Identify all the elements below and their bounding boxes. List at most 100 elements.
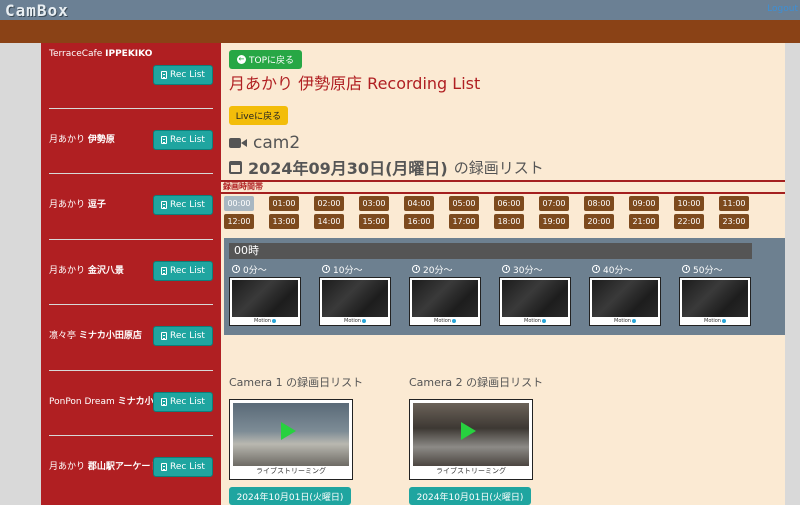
store-branch: 金沢八景	[87, 265, 124, 276]
file-icon	[161, 332, 168, 340]
hour-button[interactable]: 05:00	[449, 196, 479, 211]
hour-button[interactable]: 10:00	[674, 196, 704, 211]
logout-link[interactable]: Logout	[767, 4, 798, 14]
slot-label: 0分〜	[232, 263, 304, 276]
recording-image	[592, 280, 658, 317]
minute-slot: 40分〜 Motion	[589, 263, 664, 326]
hour-button[interactable]: 20:00	[584, 214, 614, 229]
rec-list-button[interactable]: Rec List	[153, 195, 213, 215]
hour-button[interactable]: 17:00	[449, 214, 479, 229]
rec-list-label: Rec List	[170, 70, 205, 80]
store-name: TerraceCafe IPPEKIKO	[49, 49, 152, 59]
date-heading: 2024年09月30日(月曜日) の録画リスト	[229, 155, 544, 179]
back-to-top-button[interactable]: ← TOPに戻る	[229, 50, 302, 69]
recording-date-button[interactable]: 2024年10月01日(火曜日)	[409, 487, 531, 505]
camera-1-list: Camera 1 の録画日リスト ライブストリーミング 2024年10月01日(…	[229, 374, 379, 505]
rec-list-button[interactable]: Rec List	[153, 129, 213, 150]
store-name: 月あかり 逗子	[49, 197, 106, 210]
minute-slot: 20分〜 Motion	[409, 263, 484, 326]
recording-date-button[interactable]: 2024年10月01日(火曜日)	[229, 487, 351, 505]
hour-panel: 00時 0分〜 Motion 10分〜 Motion 20分〜 Motion 30分〜 Mot…	[224, 238, 785, 335]
hour-button[interactable]: 13:00	[269, 214, 299, 229]
recording-thumbnail[interactable]: Motion	[589, 277, 661, 326]
recording-thumbnail[interactable]: Motion	[409, 277, 481, 326]
store-prefix: TerraceCafe	[49, 49, 103, 59]
motion-label: Motion	[524, 318, 541, 324]
rec-list-button[interactable]: Rec List	[153, 260, 213, 281]
minute-slot: 30分〜 Motion	[499, 263, 574, 326]
main-content: ← TOPに戻る 月あかり 伊勢原店 Recording List Liveに戻…	[221, 43, 785, 505]
hour-button[interactable]: 15:00	[359, 214, 389, 229]
motion-caption: Motion	[500, 318, 570, 324]
slot-label-text: 50分〜	[693, 265, 723, 276]
rec-list-label: Rec List	[170, 200, 205, 210]
info-dot-icon	[451, 318, 456, 323]
hour-button[interactable]: 16:00	[404, 214, 434, 229]
recording-thumbnail[interactable]: Motion	[319, 277, 391, 326]
rec-list-button[interactable]: Rec List	[153, 391, 213, 412]
store-name: 月あかり 伊勢原	[49, 132, 115, 145]
recording-image	[412, 280, 478, 317]
hour-button[interactable]: 11:00	[719, 196, 749, 211]
slot-label-text: 30分〜	[513, 265, 543, 276]
rec-list-button[interactable]: Rec List	[153, 457, 213, 477]
motion-label: Motion	[704, 318, 721, 324]
motion-label: Motion	[434, 318, 451, 324]
play-icon[interactable]	[461, 422, 476, 440]
hour-button[interactable]: 02:00	[314, 196, 344, 211]
store-name: 凛々亭 ミナカ小田原店	[49, 328, 142, 341]
hour-button[interactable]: 03:00	[359, 196, 389, 211]
file-icon	[161, 397, 168, 406]
hour-button[interactable]: 23:00	[719, 214, 749, 229]
minute-slot: 0分〜 Motion	[229, 263, 304, 326]
live-stream-thumbnail[interactable]: ライブストリーミング	[409, 399, 533, 480]
hour-button[interactable]: 12:00	[224, 214, 254, 229]
left-gutter	[0, 43, 41, 505]
top-bar: CamBox Logout	[0, 0, 800, 20]
live-stream-thumbnail[interactable]: ライブストリーミング	[229, 399, 353, 480]
hour-button[interactable]: 19:00	[539, 214, 569, 229]
play-icon[interactable]	[281, 422, 296, 440]
hour-button[interactable]: 21:00	[629, 214, 659, 229]
arrow-left-circle-icon: ←	[236, 55, 246, 64]
store-prefix: 月あかり	[49, 200, 86, 210]
slot-label-text: 0分〜	[243, 265, 267, 276]
hour-button[interactable]: 01:00	[269, 196, 299, 211]
app-logo[interactable]: CamBox	[5, 1, 69, 20]
slot-label: 40分〜	[592, 263, 664, 276]
section-label: 録画時間帯	[221, 180, 785, 194]
rec-list-button[interactable]: Rec List	[153, 65, 213, 85]
back-to-live-button[interactable]: Liveに戻る	[229, 106, 288, 125]
hour-button[interactable]: 18:00	[494, 214, 524, 229]
rec-list-button[interactable]: Rec List	[153, 326, 213, 346]
hour-button[interactable]: 22:00	[674, 214, 704, 229]
rec-list-label: Rec List	[170, 462, 205, 472]
motion-caption: Motion	[680, 318, 750, 324]
store-sidebar: TerraceCafe IPPEKIKO Rec List 月あかり 伊勢原 R…	[41, 43, 221, 505]
hour-button[interactable]: 04:00	[404, 196, 434, 211]
recording-thumbnail[interactable]: Motion	[679, 277, 751, 326]
live-stream-caption: ライブストリーミング	[256, 467, 326, 475]
sidebar-item: 月あかり 金沢八景 Rec List	[49, 240, 213, 305]
motion-caption: Motion	[410, 318, 480, 324]
calendar-icon	[229, 160, 242, 174]
sidebar-item: 凛々亭 ミナカ小田原店 Rec List	[49, 305, 213, 371]
store-branch: 逗子	[87, 200, 106, 210]
info-dot-icon	[361, 318, 366, 323]
motion-caption: Motion	[320, 318, 390, 324]
store-branch: ミナカ小田原店	[78, 331, 142, 341]
recording-thumbnail[interactable]: Motion	[229, 277, 301, 326]
recording-thumbnail[interactable]: Motion	[499, 277, 571, 326]
hour-button[interactable]: 00:00	[224, 196, 254, 211]
hour-button[interactable]: 14:00	[314, 214, 344, 229]
hour-button[interactable]: 07:00	[539, 196, 569, 211]
hour-button[interactable]: 06:00	[494, 196, 524, 211]
store-branch: 伊勢原	[87, 134, 115, 145]
store-prefix: 凛々亭	[49, 331, 77, 341]
file-icon	[161, 201, 168, 209]
hour-button[interactable]: 09:00	[629, 196, 659, 211]
hour-button[interactable]: 08:00	[584, 196, 614, 211]
camera-heading: cam2	[229, 133, 300, 153]
minute-slot: 10分〜 Motion	[319, 263, 394, 326]
sidebar-item: 月あかり 逗子 Rec List	[49, 174, 213, 240]
